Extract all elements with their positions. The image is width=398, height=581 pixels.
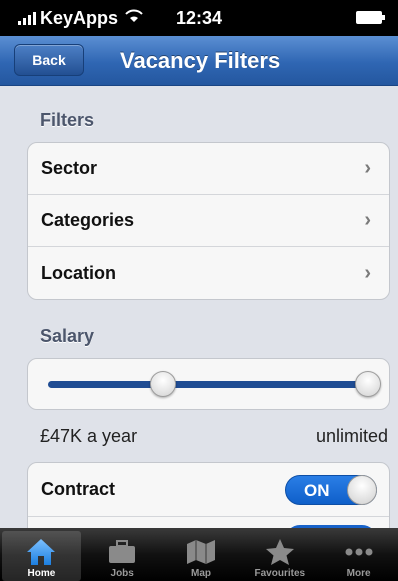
- tab-map[interactable]: Map: [162, 528, 241, 581]
- status-time: 12:34: [175, 8, 223, 28]
- salary-max-value: unlimited: [315, 426, 388, 446]
- filter-label: Sector: [41, 158, 98, 178]
- slider-max-thumb[interactable]: [355, 371, 381, 397]
- home-icon: [25, 536, 57, 568]
- tab-label: Map: [190, 568, 211, 579]
- back-button[interactable]: Back: [14, 44, 84, 76]
- salary-range-slider[interactable]: [27, 358, 390, 410]
- slider-min-thumb[interactable]: [150, 371, 177, 397]
- briefcase-icon: [107, 536, 137, 568]
- tab-label: Home: [27, 568, 56, 579]
- filters-header: Filters: [40, 110, 95, 130]
- slider-track: [48, 381, 368, 388]
- map-icon: [185, 536, 217, 568]
- status-bar: KeyApps 12:34: [0, 0, 398, 36]
- signal-strength-icon: [18, 11, 36, 25]
- chevron-right-icon: ›: [364, 261, 371, 284]
- contract-label: Contract: [41, 479, 116, 499]
- filter-label: Location: [41, 262, 116, 283]
- battery-icon: [356, 11, 385, 24]
- filter-row-location[interactable]: Location ›: [28, 247, 389, 299]
- filters-group: Sector › Categories › Location ›: [27, 142, 390, 300]
- salary-header: Salary: [40, 326, 95, 346]
- navigation-bar: Back Vacancy Filters: [0, 36, 398, 86]
- toggle-state-label: ON: [304, 481, 330, 500]
- chevron-right-icon: ›: [364, 157, 371, 179]
- tab-home[interactable]: Home: [2, 531, 81, 581]
- filter-row-sector[interactable]: Sector ›: [28, 143, 389, 195]
- toggle-knob: [347, 475, 377, 505]
- tab-bar: Home Jobs Map Favourites More: [0, 528, 398, 581]
- tab-jobs[interactable]: Jobs: [83, 528, 162, 581]
- carrier-name: KeyApps: [40, 7, 119, 28]
- contract-toggle[interactable]: ON: [285, 475, 377, 505]
- tab-label: Jobs: [110, 568, 134, 579]
- star-icon: [265, 536, 295, 568]
- page-title: Vacancy Filters: [120, 48, 281, 73]
- chevron-right-icon: ›: [364, 209, 371, 231]
- salary-min-value: £47K a year: [40, 426, 138, 446]
- tab-label: Favourites: [254, 568, 306, 579]
- tab-label: More: [346, 568, 371, 579]
- wifi-icon: [124, 9, 144, 28]
- filter-row-categories[interactable]: Categories ›: [28, 195, 389, 247]
- tab-favourites[interactable]: Favourites: [240, 528, 319, 581]
- tab-more[interactable]: More: [319, 528, 398, 581]
- more-icon: [344, 536, 374, 568]
- filter-label: Categories: [41, 210, 135, 230]
